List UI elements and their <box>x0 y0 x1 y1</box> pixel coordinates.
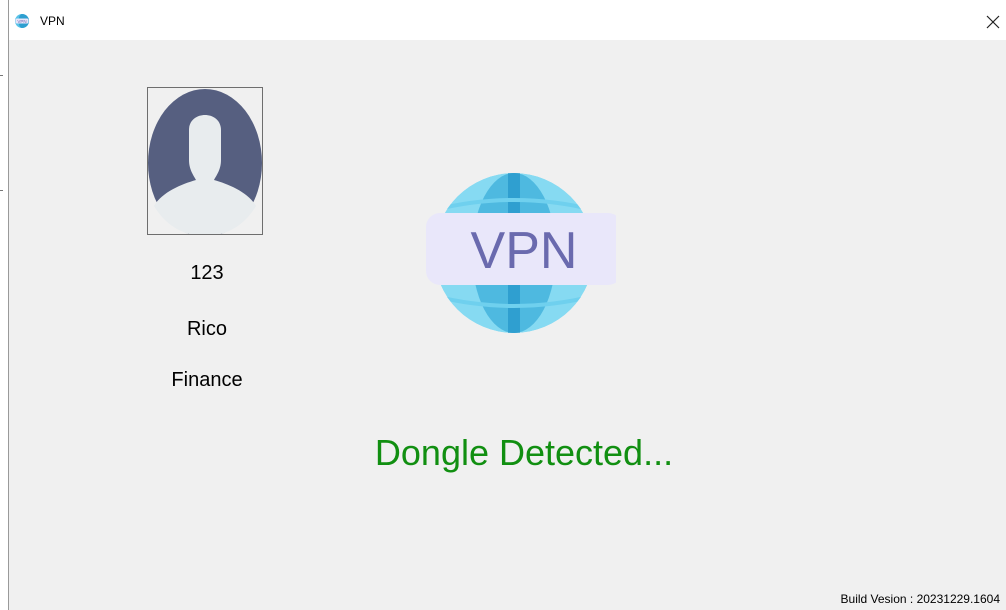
desktop-edge-mark <box>0 75 3 76</box>
vpn-globe-icon: VPN <box>15 14 29 28</box>
user-silhouette-icon <box>148 89 262 234</box>
build-number: 20231229.1604 <box>916 592 1000 606</box>
close-button[interactable] <box>980 9 1006 35</box>
user-department: Finance <box>171 369 243 391</box>
desktop-edge-mark <box>0 190 3 191</box>
close-icon <box>986 15 1000 29</box>
user-photo <box>147 87 263 235</box>
build-label: Build Vesion : <box>840 592 914 606</box>
vpn-window: VPN VPN 123 Rico Finance VPN Dongle Dete… <box>8 0 1006 610</box>
title-bar[interactable]: VPN VPN <box>9 0 1006 40</box>
vpn-globe-logo-icon: VPN <box>426 173 616 333</box>
user-id: 123 <box>190 262 224 284</box>
svg-text:VPN: VPN <box>17 19 26 24</box>
build-version: Build Vesion : 20231229.1604 <box>841 592 1000 606</box>
user-name: Rico <box>186 318 227 340</box>
window-title: VPN <box>40 14 65 28</box>
status-message: Dongle Detected... <box>374 432 674 473</box>
vpn-logo-text: VPN <box>471 222 578 280</box>
